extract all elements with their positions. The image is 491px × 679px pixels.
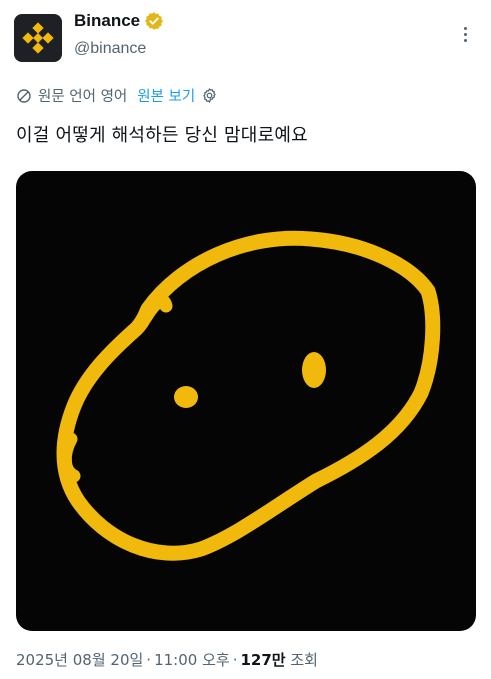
tweet-image[interactable] bbox=[16, 171, 476, 631]
more-options-icon[interactable] bbox=[455, 24, 475, 44]
views-label: 조회 bbox=[290, 651, 318, 669]
show-original-link[interactable]: 원본 보기 bbox=[137, 85, 195, 106]
tweet-time[interactable]: 11:00 오후 bbox=[154, 651, 230, 669]
translation-bar: 원문 언어 영어 원본 보기 bbox=[16, 85, 218, 106]
tweet-meta: 2025년 08월 20일 · 11:00 오후 · 127만 조회 bbox=[16, 651, 318, 669]
potato-face-drawing bbox=[56, 230, 441, 561]
translation-notice: 원문 언어 영어 bbox=[38, 89, 128, 105]
author-handle[interactable]: @binance bbox=[74, 40, 146, 58]
verified-badge-icon bbox=[145, 12, 164, 30]
translate-icon bbox=[17, 88, 31, 103]
right-eye bbox=[302, 352, 326, 388]
avatar[interactable] bbox=[14, 14, 62, 62]
tweet-date[interactable]: 2025년 08월 20일 bbox=[16, 651, 143, 669]
binance-logo-icon bbox=[22, 22, 54, 54]
views-count[interactable]: 127만 bbox=[240, 651, 285, 669]
settings-gear-icon[interactable] bbox=[201, 87, 218, 104]
author-name-row: Binance bbox=[74, 11, 164, 31]
author-name[interactable]: Binance bbox=[74, 11, 140, 31]
left-eye bbox=[174, 386, 198, 408]
tweet-text: 이걸 어떻게 해석하든 당신 맘대로예요 bbox=[16, 125, 308, 146]
